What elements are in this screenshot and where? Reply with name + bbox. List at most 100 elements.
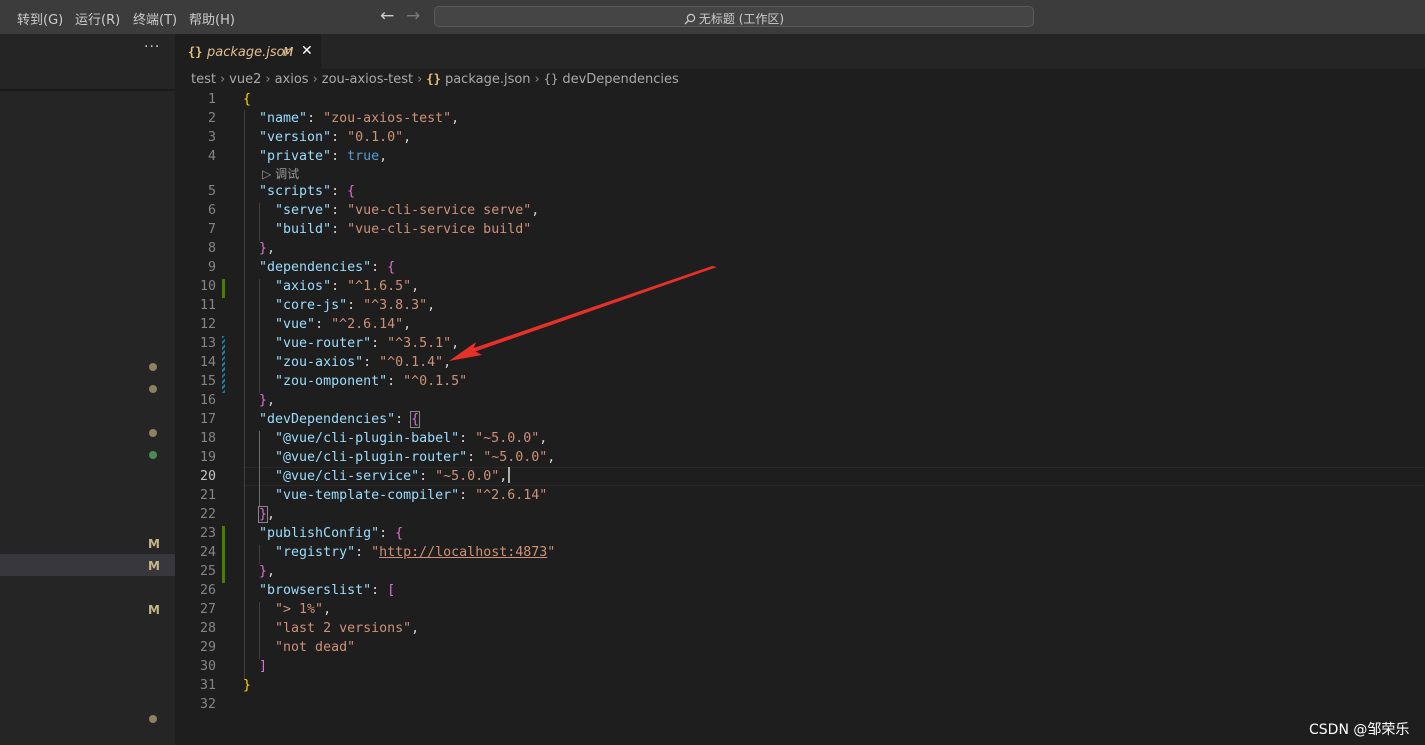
line-number: 14 xyxy=(199,355,216,370)
menu-run[interactable]: 运行(R) xyxy=(75,9,120,28)
breadcrumb-item[interactable]: package.json xyxy=(445,72,531,87)
status-dot xyxy=(149,363,157,371)
code-editor[interactable]: 1{ 2 "name": "zou-axios-test", 3 "versio… xyxy=(175,90,1425,745)
line-number: 32 xyxy=(199,697,216,712)
code-line: 9 "dependencies": { xyxy=(175,258,1425,277)
code-line: 23 "publishConfig": { xyxy=(175,524,1425,543)
line-number: 28 xyxy=(199,621,216,636)
code-line: 25 }, xyxy=(175,562,1425,581)
line-number: 19 xyxy=(199,450,216,465)
breadcrumb-item[interactable]: axios xyxy=(275,72,309,87)
line-number: 16 xyxy=(199,393,216,408)
line-number: 21 xyxy=(199,488,216,503)
command-center-search[interactable]: 无标题 (工作区) xyxy=(434,6,1034,27)
code-line: 18 "@vue/cli-plugin-babel": "~5.0.0", xyxy=(175,429,1425,448)
code-line: 12 "vue": "^2.6.14", xyxy=(175,315,1425,334)
line-number: 11 xyxy=(199,298,216,313)
forward-arrow-icon[interactable]: → xyxy=(406,6,420,26)
code-line: 28 "last 2 versions", xyxy=(175,619,1425,638)
line-number: 3 xyxy=(207,130,216,145)
code-line: 32 xyxy=(175,695,1425,714)
breadcrumb: test › vue2 › axios › zou-axios-test ›{} packag… xyxy=(191,72,679,87)
breadcrumb-item[interactable]: vue2 xyxy=(229,72,261,87)
back-arrow-icon[interactable]: ← xyxy=(380,6,394,26)
line-number: 9 xyxy=(207,260,216,275)
play-icon: ▷ xyxy=(262,167,272,181)
debug-codelens[interactable]: ▷ 调试 xyxy=(262,165,299,182)
code-line: 31} xyxy=(175,676,1425,695)
line-number: 29 xyxy=(199,640,216,655)
menu-terminal[interactable]: 终端(T) xyxy=(133,9,177,28)
debug-label: 调试 xyxy=(275,167,300,181)
close-icon[interactable]: ✕ xyxy=(301,43,313,59)
modified-badge: M xyxy=(148,537,160,551)
workspace-title: 无标题 (工作区) xyxy=(698,12,785,26)
code-line: 3 "version": "0.1.0", xyxy=(175,128,1425,147)
explorer-sidebar: ··· M M M xyxy=(0,34,175,745)
line-number: 25 xyxy=(199,564,216,579)
line-number: 30 xyxy=(199,659,216,674)
code-line: 20 "@vue/cli-service": "~5.0.0", xyxy=(175,467,1425,486)
line-number: 20 xyxy=(199,469,216,484)
line-number: 12 xyxy=(199,317,216,332)
line-number: 27 xyxy=(199,602,216,617)
line-number: 18 xyxy=(199,431,216,446)
line-number: 17 xyxy=(199,412,216,427)
line-number: 23 xyxy=(199,526,216,541)
line-number: 2 xyxy=(207,111,216,126)
code-line: 30 ] xyxy=(175,657,1425,676)
search-icon xyxy=(684,13,696,25)
code-line: 6 "serve": "vue-cli-service serve", xyxy=(175,201,1425,220)
chevron-right-icon: › xyxy=(534,72,540,87)
code-line: 7 "build": "vue-cli-service build" xyxy=(175,220,1425,239)
code-line: 19 "@vue/cli-plugin-router": "~5.0.0", xyxy=(175,448,1425,467)
line-number: 1 xyxy=(207,92,216,107)
line-number: 15 xyxy=(199,374,216,389)
line-number: 5 xyxy=(207,184,216,199)
code-line: 2 "name": "zou-axios-test", xyxy=(175,109,1425,128)
code-line: 14 "zou-axios": "^0.1.4", xyxy=(175,353,1425,372)
code-line: 4 "private": true, xyxy=(175,147,1425,166)
menu-help[interactable]: 帮助(H) xyxy=(189,9,235,28)
code-line: 26 "browserslist": [ xyxy=(175,581,1425,600)
line-number: 22 xyxy=(199,507,216,522)
menu-go[interactable]: 转到(G) xyxy=(17,9,63,28)
chevron-right-icon: › xyxy=(265,72,271,87)
breadcrumb-item[interactable]: zou-axios-test xyxy=(322,72,413,87)
line-number: 26 xyxy=(199,583,216,598)
code-line: 13 "vue-router": "^3.5.1", xyxy=(175,334,1425,353)
chevron-right-icon: › xyxy=(219,72,226,87)
code-line: 17 "devDependencies": { xyxy=(175,410,1425,429)
json-file-icon: {} xyxy=(426,72,441,86)
object-icon: {} xyxy=(543,72,559,86)
code-line: 24 "registry": "http://localhost:4873" xyxy=(175,543,1425,562)
status-dot xyxy=(149,451,157,459)
code-line: 15 "zou-omponent": "^0.1.5" xyxy=(175,372,1425,391)
breadcrumb-item[interactable]: devDependencies xyxy=(562,72,678,87)
more-actions-icon[interactable]: ··· xyxy=(144,39,160,55)
code-line: 16 }, xyxy=(175,391,1425,410)
code-line: 27 "> 1%", xyxy=(175,600,1425,619)
line-number: 8 xyxy=(207,241,216,256)
tab-package-json[interactable]: {} package.json M ✕ xyxy=(175,34,321,70)
chevron-right-icon: › xyxy=(312,72,318,87)
json-file-icon: {} xyxy=(188,45,203,59)
code-line: 5 "scripts": { xyxy=(175,182,1425,201)
line-number: 7 xyxy=(207,222,216,237)
breadcrumb-item[interactable]: test xyxy=(191,72,216,87)
code-line: 1{ xyxy=(175,90,1425,109)
title-bar: 转到(G) 运行(R) 终端(T) 帮助(H) ← → 无标题 (工作区) xyxy=(0,0,1425,34)
tab-title: package.json xyxy=(207,45,293,60)
modified-badge: M xyxy=(148,559,160,573)
status-dot xyxy=(149,429,157,437)
line-number: 13 xyxy=(199,336,216,351)
code-line: 22 }, xyxy=(175,505,1425,524)
status-dot xyxy=(149,715,157,723)
tab-modified-badge: M xyxy=(283,45,294,59)
code-line: 10 "axios": "^1.6.5", xyxy=(175,277,1425,296)
code-line: 8 }, xyxy=(175,239,1425,258)
editor-tab-bar: {} package.json M ✕ xyxy=(175,34,1425,70)
line-number: 31 xyxy=(199,678,216,693)
registry-url-link[interactable]: http://localhost:4873 xyxy=(379,545,547,560)
line-number: 4 xyxy=(207,149,216,164)
